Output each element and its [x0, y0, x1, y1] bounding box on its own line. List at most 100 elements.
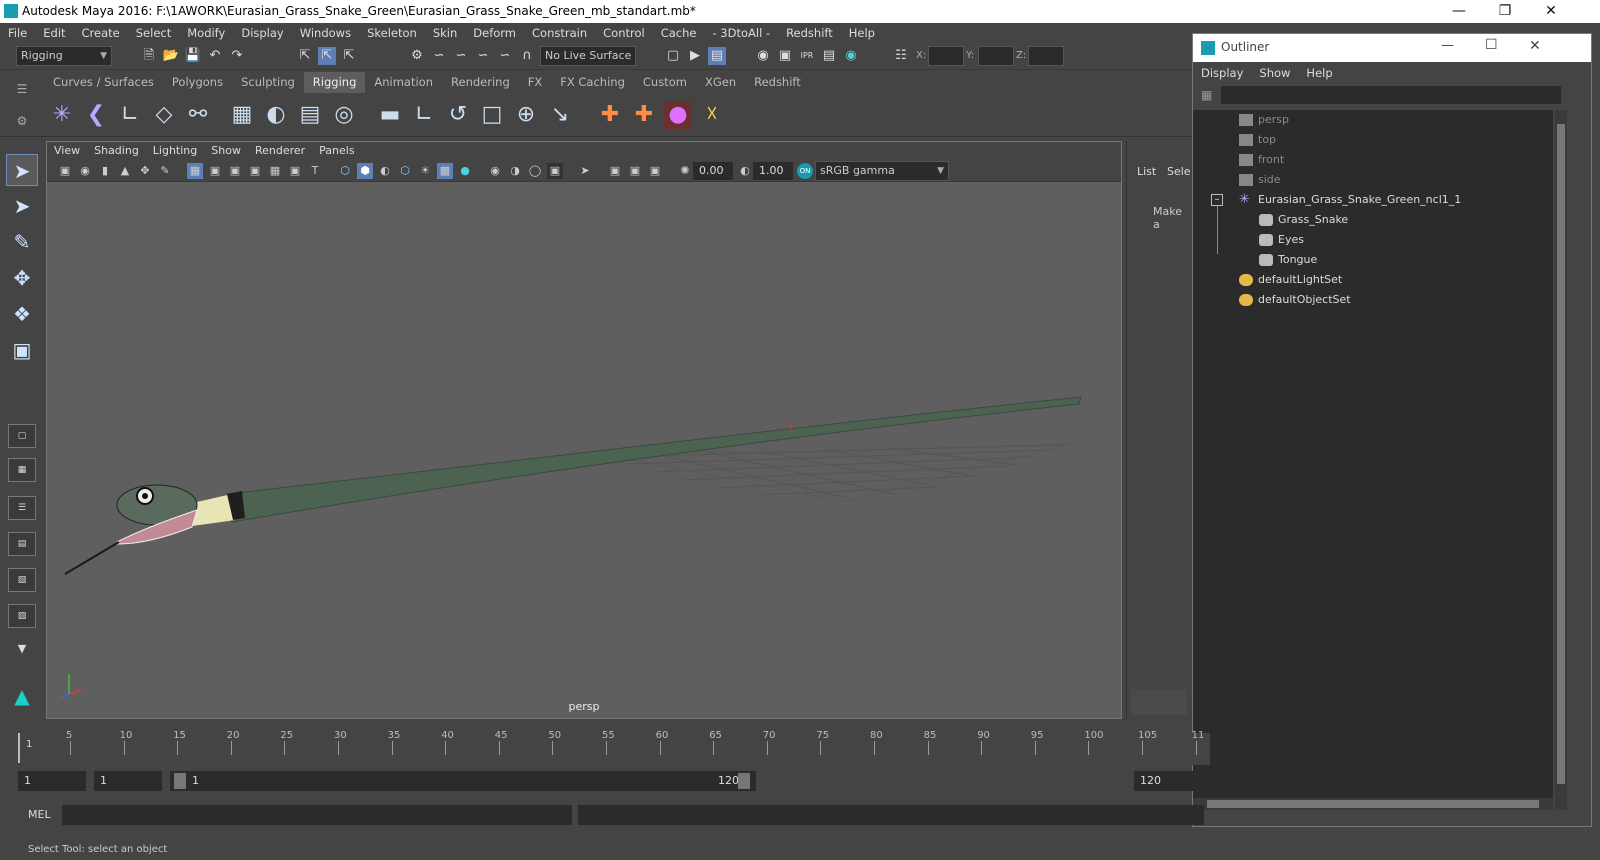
- use-lights-icon[interactable]: ☀: [417, 163, 433, 179]
- paint-weights-icon[interactable]: ◐: [262, 101, 290, 129]
- y-field[interactable]: [978, 46, 1014, 66]
- wireframe-icon[interactable]: ⬡: [337, 163, 353, 179]
- render-current-icon[interactable]: ▣: [776, 47, 794, 65]
- rotate-tool-icon[interactable]: ❖: [6, 298, 38, 330]
- outliner-horizontal-scrollbar[interactable]: [1193, 798, 1553, 810]
- constraint-point-icon[interactable]: ∟: [410, 101, 438, 129]
- outliner-item-eyes[interactable]: Eyes: [1259, 230, 1304, 250]
- menu-deform[interactable]: Deform: [465, 23, 524, 43]
- render-frame-icon[interactable]: ▶: [686, 47, 704, 65]
- snap-view-icon[interactable]: ∽: [474, 47, 492, 65]
- menu-file[interactable]: File: [0, 23, 35, 43]
- film-gate-icon[interactable]: ▣: [207, 163, 223, 179]
- save-scene-icon[interactable]: 💾: [184, 47, 202, 65]
- snap-surface-icon[interactable]: ∽: [496, 47, 514, 65]
- move-tool-icon[interactable]: ✥: [6, 262, 38, 294]
- shelf-tab-custom[interactable]: Custom: [633, 72, 696, 93]
- humanik-icon[interactable]: ⚯: [184, 101, 212, 129]
- menu-windows[interactable]: Windows: [292, 23, 359, 43]
- menu-skeleton[interactable]: Skeleton: [359, 23, 425, 43]
- shelf-tab-sculpting[interactable]: Sculpting: [232, 72, 304, 93]
- xray-icon[interactable]: ➤: [577, 163, 593, 179]
- exposure-icon[interactable]: ✺: [677, 163, 693, 179]
- gate-mask-icon[interactable]: ▣: [247, 163, 263, 179]
- menu-cache[interactable]: Cache: [653, 23, 705, 43]
- scrollbar-thumb[interactable]: [1557, 124, 1565, 784]
- render-view-icon[interactable]: ◉: [754, 47, 772, 65]
- end-frame-field[interactable]: 120: [1134, 771, 1202, 791]
- transform-mode-icon[interactable]: ☷: [892, 47, 910, 65]
- gamma-field[interactable]: 1.00: [753, 162, 793, 180]
- four-view-layout-icon[interactable]: ▦: [8, 458, 36, 482]
- outliner-item-grass-snake[interactable]: Grass_Snake: [1259, 210, 1348, 230]
- menu-control[interactable]: Control: [595, 23, 653, 43]
- current-frame-indicator[interactable]: [18, 733, 20, 763]
- outliner-search-input[interactable]: [1221, 86, 1561, 104]
- menu-skin[interactable]: Skin: [425, 23, 465, 43]
- new-scene-icon[interactable]: 🗎: [140, 47, 158, 65]
- outliner-item-snake-group[interactable]: ✳ Eurasian_Grass_Snake_Green_ncl1_1: [1239, 190, 1461, 210]
- grease-pencil-icon[interactable]: ✎: [157, 163, 173, 179]
- ik-spline-icon[interactable]: ∟: [116, 101, 144, 129]
- shelf-menu-icon[interactable]: ☰: [8, 75, 36, 103]
- open-scene-icon[interactable]: 📂: [162, 47, 180, 65]
- bind-skin-icon[interactable]: ▦: [228, 101, 256, 129]
- xray-joints-icon[interactable]: ▣: [607, 163, 623, 179]
- snap-grid-icon[interactable]: ⚙: [408, 47, 426, 65]
- outliner-minimize-button[interactable]: —: [1441, 38, 1454, 53]
- outliner-menu-help[interactable]: Help: [1298, 62, 1340, 84]
- hypershade-layout-icon[interactable]: ▧: [8, 568, 36, 592]
- viewport-menu-view[interactable]: View: [47, 142, 87, 160]
- menu-redshift[interactable]: Redshift: [778, 23, 841, 43]
- viewport-menu-lighting[interactable]: Lighting: [146, 142, 204, 160]
- grid-toggle-icon[interactable]: ▦: [187, 163, 203, 179]
- range-slider[interactable]: 1 120: [170, 771, 756, 791]
- safe-action-icon[interactable]: ▣: [287, 163, 303, 179]
- outliner-item-default-object-set[interactable]: defaultObjectSet: [1239, 290, 1351, 310]
- range-start-handle[interactable]: [174, 773, 186, 789]
- resolution-gate-icon[interactable]: ▣: [227, 163, 243, 179]
- wireframe-on-shaded-icon[interactable]: ◐: [377, 163, 393, 179]
- range-end-handle[interactable]: [738, 773, 750, 789]
- undo-icon[interactable]: ↶: [206, 47, 224, 65]
- collapse-toggle-icon[interactable]: –: [1211, 194, 1223, 206]
- viewport-menu-show[interactable]: Show: [204, 142, 248, 160]
- shelf-tab-rendering[interactable]: Rendering: [442, 72, 519, 93]
- anti-aliasing-icon[interactable]: ◑: [507, 163, 523, 179]
- scale-tool-icon[interactable]: ▣: [6, 334, 38, 366]
- color-management-icon[interactable]: ON: [797, 163, 813, 179]
- channel-tab-selected[interactable]: Sele: [1167, 165, 1191, 178]
- outliner-close-button[interactable]: ✕: [1529, 38, 1541, 54]
- exposure-field[interactable]: 0.00: [693, 162, 733, 180]
- command-language-toggle[interactable]: MEL: [28, 808, 51, 821]
- hscrollbar-thumb[interactable]: [1207, 800, 1539, 808]
- z-field[interactable]: [1028, 46, 1064, 66]
- viewport-persp[interactable]: View Shading Lighting Show Renderer Pane…: [46, 141, 1122, 719]
- shelf-tab-xgen[interactable]: XGen: [695, 72, 746, 93]
- menu-create[interactable]: Create: [74, 23, 128, 43]
- camera-lock-icon[interactable]: ◉: [77, 163, 93, 179]
- close-button[interactable]: ✕: [1528, 0, 1574, 23]
- restore-button[interactable]: ❐: [1482, 0, 1528, 23]
- lattice-icon[interactable]: ▤: [296, 101, 324, 129]
- select-object-icon[interactable]: ⇱: [318, 47, 336, 65]
- graph-layout-icon[interactable]: ▤: [8, 532, 36, 556]
- depth-of-field-icon[interactable]: ◯: [527, 163, 543, 179]
- scene-canvas[interactable]: [47, 182, 1122, 719]
- menu-3dtoall[interactable]: - 3DtoAll -: [704, 23, 778, 43]
- outliner-menu-show[interactable]: Show: [1251, 62, 1298, 84]
- outliner-item-tongue[interactable]: Tongue: [1259, 250, 1317, 270]
- viewport-menu-shading[interactable]: Shading: [87, 142, 146, 160]
- locator-arrow-icon[interactable]: ✚: [630, 101, 658, 129]
- backface-culling-icon[interactable]: ▣: [647, 163, 663, 179]
- snap-curve-icon[interactable]: ∽: [430, 47, 448, 65]
- xray-active-icon[interactable]: ▣: [627, 163, 643, 179]
- channel-tab-list[interactable]: List: [1137, 165, 1156, 178]
- shelf-tab-fx[interactable]: FX: [518, 72, 552, 93]
- live-surface-field[interactable]: No Live Surface: [540, 46, 636, 66]
- start-frame-field[interactable]: 1: [18, 771, 86, 791]
- shelf-tab-redshift[interactable]: Redshift: [745, 72, 810, 93]
- outliner-item-front[interactable]: front: [1239, 150, 1284, 170]
- ambient-occlusion-icon[interactable]: ●: [457, 163, 473, 179]
- render-globals-icon[interactable]: ▤: [820, 47, 838, 65]
